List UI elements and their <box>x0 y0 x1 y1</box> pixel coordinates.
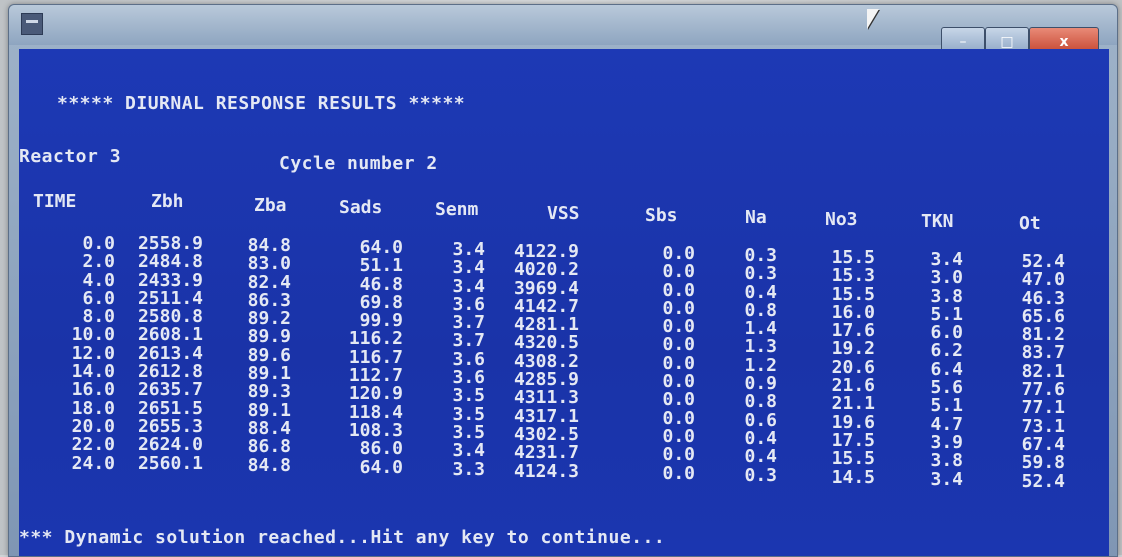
cell-vss: 4124.3 <box>513 460 579 482</box>
column-no3: 15.5 15.3 15.5 16.0 17.6 19.2 20.6 21.6 21.1 19.6… <box>809 248 875 488</box>
cell-time: 24.0 <box>71 452 115 474</box>
cell-na: 0.3 <box>744 263 777 285</box>
cell-vss: 4311.3 <box>513 387 579 409</box>
cycle-label: Cycle number 2 <box>279 153 438 174</box>
cell-tkn: 3.8 <box>930 450 963 472</box>
cell-time: 22.0 <box>71 434 115 456</box>
cell-senm: 3.4 <box>452 257 485 279</box>
column-na: 0.3 0.3 0.4 0.8 1.4 1.3 1.2 0.9 0.8 0.6 0.4 0.4 0.3 <box>723 246 777 486</box>
cell-senm: 3.4 <box>452 440 485 462</box>
cell-no3: 14.5 <box>831 466 875 488</box>
cell-tkn: 5.1 <box>930 395 963 417</box>
titlebar[interactable]: – □ x <box>9 5 1117 57</box>
results-heading: ***** DIURNAL RESPONSE RESULTS ***** <box>57 93 466 114</box>
column-zbh: 2558.9 2484.8 2433.9 2511.4 2580.8 2608.1 2613… <box>117 234 203 474</box>
cell-zbh: 2484.8 <box>137 251 203 273</box>
reactor-label: Reactor 3 <box>19 146 122 167</box>
cell-na: 0.4 <box>744 446 777 468</box>
cell-no3: 15.5 <box>831 448 875 470</box>
column-senm: 3.4 3.4 3.4 3.6 3.7 3.7 3.6 3.6 3.5 3.5 3.5 3.4 3.3 <box>435 240 485 480</box>
header-time: TIME <box>33 191 77 212</box>
column-sbs: 0.0 0.0 0.0 0.0 0.0 0.0 0.0 0.0 0.0 0.0 0.0 0.0 0.0 <box>639 244 695 484</box>
cell-ot: 52.4 <box>1021 470 1065 492</box>
column-ot: 52.4 47.0 46.3 65.6 81.2 83.7 82.1 77.6 77.1 73.1… <box>999 252 1065 492</box>
header-zbh: Zbh <box>151 191 184 212</box>
cell-sbs: 0.0 <box>662 444 695 466</box>
cell-sads: 86.0 <box>359 438 403 460</box>
cell-sads: 120.9 <box>348 383 403 405</box>
cell-tkn: 3.0 <box>930 267 963 289</box>
console-window: – □ x ***** DIURNAL RESPONSE RESULTS ***… <box>8 4 1118 557</box>
cell-zbh: 2635.7 <box>137 379 203 401</box>
header-vss: VSS <box>547 203 580 224</box>
status-prompt: *** Dynamic solution reached...Hit any k… <box>19 527 666 548</box>
mouse-cursor-icon <box>867 9 879 29</box>
cell-vss: 4020.2 <box>513 259 579 281</box>
cell-tkn: 3.4 <box>930 468 963 490</box>
header-senm: Senm <box>435 199 479 220</box>
cell-zbh: 2560.1 <box>137 452 203 474</box>
cell-na: 0.3 <box>744 464 777 486</box>
cell-vss: 4231.7 <box>513 442 579 464</box>
cell-zba: 83.0 <box>247 253 291 275</box>
cell-ot: 59.8 <box>1021 452 1065 474</box>
cell-zba: 86.8 <box>247 436 291 458</box>
column-sads: 64.0 51.1 46.8 69.8 99.9 116.2 116.7 112.7 120.9… <box>331 238 403 478</box>
column-tkn: 3.4 3.0 3.8 5.1 6.0 6.2 6.4 5.6 5.1 4.7 3.9 3.8 3.4 <box>909 250 963 490</box>
header-na: Na <box>745 207 767 228</box>
cell-ot: 77.1 <box>1021 397 1065 419</box>
console-app-icon <box>21 13 43 35</box>
column-zba: 84.8 83.0 82.4 86.3 89.2 89.9 89.6 89.1 89.3 89.1… <box>235 236 291 476</box>
column-vss: 4122.9 4020.2 3969.4 4142.7 4281.1 4320.5 4308… <box>489 242 579 482</box>
header-sads: Sads <box>339 197 383 218</box>
cell-time: 16.0 <box>71 379 115 401</box>
header-ot: Ot <box>1019 213 1041 234</box>
cell-sbs: 0.0 <box>662 261 695 283</box>
cell-time: 2.0 <box>82 251 115 273</box>
cell-sbs: 0.0 <box>662 389 695 411</box>
cell-sads: 64.0 <box>359 456 403 478</box>
console-output[interactable]: ***** DIURNAL RESPONSE RESULTS ***** Rea… <box>19 49 1109 556</box>
cell-sbs: 0.0 <box>662 462 695 484</box>
cell-sads: 51.1 <box>359 255 403 277</box>
cell-zba: 84.8 <box>247 454 291 476</box>
cell-na: 0.8 <box>744 391 777 413</box>
cell-no3: 15.3 <box>831 265 875 287</box>
cell-senm: 3.5 <box>452 385 485 407</box>
cell-zba: 89.3 <box>247 381 291 403</box>
cell-no3: 21.1 <box>831 393 875 415</box>
header-no3: No3 <box>825 209 858 230</box>
header-zba: Zba <box>254 195 287 216</box>
header-tkn: TKN <box>921 211 954 232</box>
cell-senm: 3.3 <box>452 458 485 480</box>
header-sbs: Sbs <box>645 205 678 226</box>
column-time: 0.0 2.0 4.0 6.0 8.0 10.0 12.0 14.0 16.0 18.0 20.0 2… <box>39 234 115 474</box>
cell-zbh: 2624.0 <box>137 434 203 456</box>
cell-ot: 47.0 <box>1021 269 1065 291</box>
